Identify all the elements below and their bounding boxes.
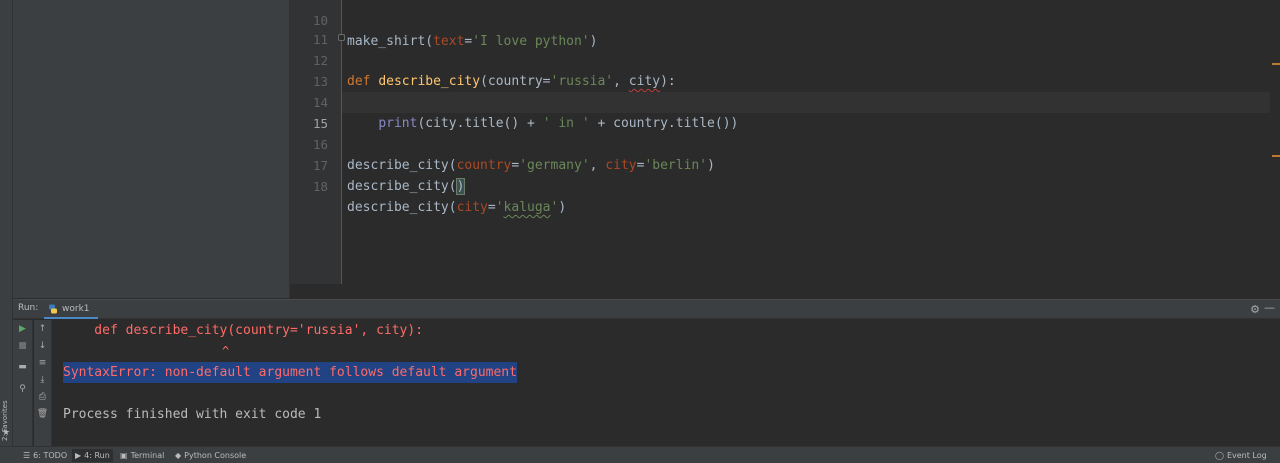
scroll-to-end-icon[interactable]: ⤓ — [36, 373, 49, 386]
console-output[interactable]: def describe_city(country='russia', city… — [53, 320, 1280, 447]
event-log-icon: ◯ — [1215, 451, 1224, 460]
line-number: 12 — [312, 53, 328, 68]
run-tool-window: Run: work1 ⚙ — ▶ ■ ▬ ⚲ ↑ ↓ ≡ ⤓ ⎙ 🗑 def d… — [13, 299, 1280, 447]
line-number: 18 — [312, 179, 328, 194]
scroll-down-icon[interactable]: ↓ — [36, 339, 49, 352]
editor-bottom-area — [290, 284, 1280, 298]
code-line[interactable]: 11 — [313, 8, 1270, 47]
line-number: 10 — [312, 13, 328, 28]
line-number: 13 — [312, 74, 328, 89]
line-number: 16 — [312, 137, 328, 152]
python-icon — [49, 304, 57, 313]
todo-tab[interactable]: ☰ 6: TODO — [20, 449, 70, 462]
pin-icon[interactable]: ⚲ — [16, 382, 29, 395]
python-console-tab[interactable]: ◆ Python Console — [172, 449, 249, 462]
layout-icon[interactable]: ▬ — [16, 360, 29, 373]
run-toolbar-secondary: ↑ ↓ ≡ ⤓ ⎙ 🗑 — [34, 320, 52, 447]
print-icon[interactable]: ⎙ — [36, 390, 49, 403]
console-error-line: SyntaxError: non-default argument follow… — [63, 362, 517, 383]
code-line[interactable]: 12 def describe_city(country='russia', c… — [313, 29, 1270, 89]
minimize-icon[interactable]: — — [1264, 301, 1275, 314]
trash-icon[interactable]: 🗑 — [36, 407, 49, 420]
line-number: 17 — [312, 158, 328, 173]
code-line[interactable]: 16 describe_city(country='germany', city… — [313, 113, 1270, 173]
error-stripe[interactable] — [1270, 0, 1280, 284]
code-text: describe_city(city='kaluga') — [347, 200, 567, 215]
line-number: 11 — [312, 32, 328, 47]
warning-marker[interactable] — [1272, 155, 1280, 157]
tool-window-bar: ☰ 6: TODO ▶ 4: Run ▣ Terminal ◆ Python C… — [0, 446, 1280, 463]
line-number: 14 — [312, 95, 328, 110]
todo-label: 6: TODO — [33, 451, 68, 460]
project-panel — [13, 0, 290, 298]
run-header: Run: work1 ⚙ — — [13, 300, 1280, 319]
code-line[interactable]: 18 describe_city(city='kaluga') — [313, 155, 1270, 215]
run-title: Run: — [18, 303, 39, 313]
code-line[interactable]: 13 print(f"{city.title()} in {country.ti… — [313, 50, 1270, 110]
run-tab[interactable]: ▶ 4: Run — [72, 449, 113, 462]
rerun-icon[interactable]: ▶ — [16, 322, 29, 335]
code-line[interactable]: 17 describe_city() — [313, 134, 1270, 195]
list-icon: ☰ — [23, 451, 31, 460]
terminal-tab[interactable]: ▣ Terminal — [117, 449, 167, 462]
line-number: 15 — [312, 116, 328, 131]
code-area[interactable]: 10 make_shirt(text='I love python') 11 1… — [313, 0, 1270, 284]
python-icon: ◆ — [175, 451, 182, 460]
code-line-current[interactable]: 15 — [313, 92, 1270, 131]
soft-wrap-icon[interactable]: ≡ — [36, 356, 49, 369]
event-log-tab[interactable]: ◯ Event Log — [1212, 449, 1270, 462]
ide-window: 2: Favorites ★ 10 make_shirt(text='I lov… — [0, 0, 1280, 463]
run-label: 4: Run — [84, 451, 110, 460]
code-editor[interactable]: 10 make_shirt(text='I love python') 11 1… — [290, 0, 1280, 298]
terminal-label: Terminal — [130, 451, 165, 460]
scroll-up-icon[interactable]: ↑ — [36, 322, 49, 335]
play-icon: ▶ — [75, 451, 82, 460]
code-line[interactable]: 14 print(city.title() + ' in ' + country… — [313, 71, 1270, 131]
python-console-label: Python Console — [184, 451, 247, 460]
left-tool-strip: 2: Favorites ★ — [0, 0, 13, 446]
run-tab-label: work1 — [62, 303, 90, 314]
run-tab-work1[interactable]: work1 — [44, 300, 98, 319]
console-exit-line: Process finished with exit code 1 — [63, 407, 322, 422]
console-line: ^ — [63, 344, 230, 358]
run-toolbar-primary: ▶ ■ ▬ ⚲ — [13, 320, 33, 447]
star-icon: ★ — [2, 428, 11, 438]
console-line: def describe_city(country='russia', city… — [63, 323, 424, 338]
terminal-icon: ▣ — [120, 451, 128, 460]
stop-icon[interactable]: ■ — [16, 339, 29, 352]
warning-marker[interactable] — [1272, 63, 1280, 65]
gear-icon[interactable]: ⚙ — [1250, 303, 1260, 316]
event-log-label: Event Log — [1226, 451, 1267, 460]
